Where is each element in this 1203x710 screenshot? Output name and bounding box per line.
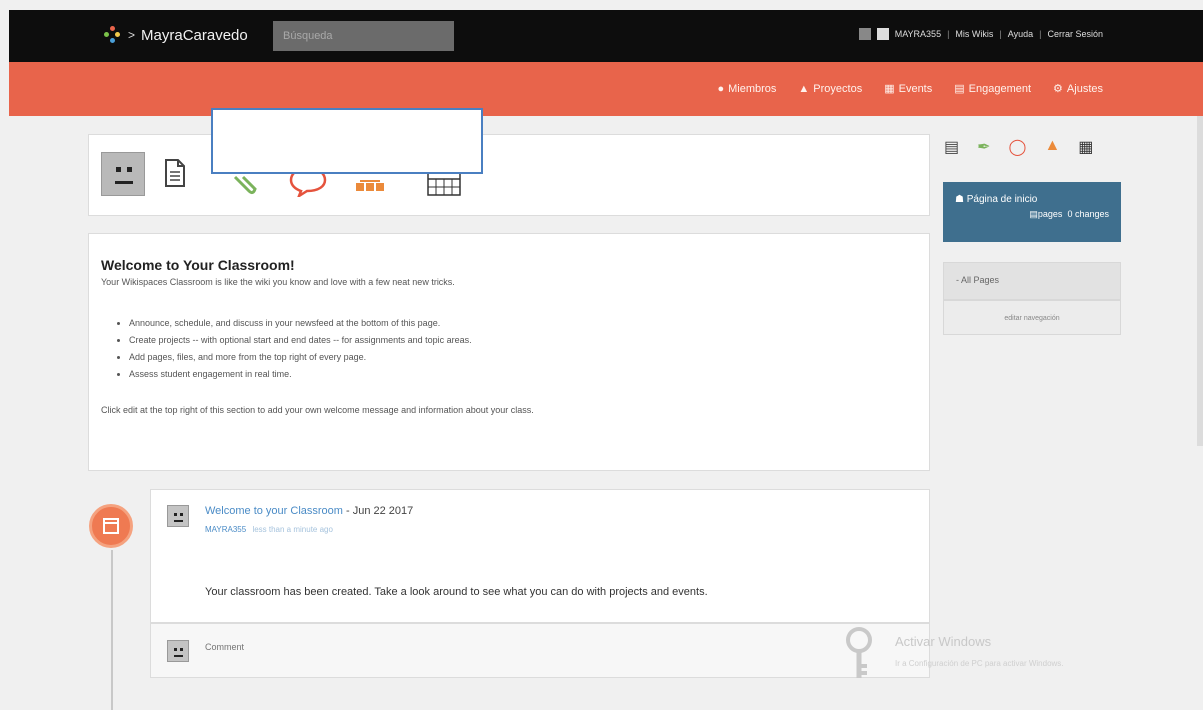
list-item: Create projects -- with optional start a…	[129, 332, 917, 349]
welcome-section: Welcome to Your Classroom! Your Wikispac…	[88, 233, 930, 471]
search-input[interactable]	[273, 21, 454, 51]
edit-navigation-link[interactable]: editar navegación	[943, 300, 1121, 335]
home-icon: ☗	[955, 194, 964, 205]
chevron-right-icon: >	[128, 28, 136, 42]
welcome-footer: Click edit at the top right of this sect…	[101, 405, 534, 415]
nav-members[interactable]: ● Miembros	[717, 82, 776, 95]
key-icon	[846, 627, 872, 678]
members-icon: ●	[717, 82, 725, 95]
project-tree-icon[interactable]	[355, 175, 385, 195]
projects-icon: ▲	[798, 82, 810, 95]
nav-projects[interactable]: ▲ Proyectos	[798, 82, 862, 95]
home-page-title[interactable]: Página de inicio	[967, 194, 1038, 205]
welcome-title: Welcome to Your Classroom!	[101, 257, 295, 273]
comment-input[interactable]	[205, 642, 605, 652]
comment-icon[interactable]: ◯	[1009, 137, 1027, 157]
brand-name[interactable]: MayraCaravedo	[141, 27, 248, 44]
post-author-link[interactable]: MAYRA355	[205, 525, 246, 534]
list-item: Assess student engagement in real time.	[129, 366, 917, 383]
calendar-grid-icon[interactable]	[427, 172, 461, 196]
post-title-link[interactable]: Welcome to your Classroom	[205, 505, 343, 517]
user-menu: MAYRA355 | Mis Wikis | Ayuda | Cerrar Se…	[858, 28, 1103, 40]
help-link[interactable]: Ayuda	[1008, 29, 1033, 39]
logout-link[interactable]: Cerrar Sesión	[1047, 29, 1103, 39]
post-body: Your classroom has been created. Take a …	[205, 586, 708, 598]
new-page-icon[interactable]	[164, 158, 186, 188]
main-nav: ● Miembros ▲ Proyectos ▦ Events ▤ Engage…	[9, 62, 1203, 116]
post-timestamp[interactable]: less than a minute ago	[252, 525, 333, 534]
home-page-box[interactable]: ☗ Página de inicio ▤pages 0 changes	[943, 182, 1121, 242]
calendar-icon[interactable]: ▦	[1078, 137, 1093, 157]
attach-file-icon[interactable]	[231, 173, 257, 195]
calendar-event-icon	[89, 504, 133, 548]
page-scrollbar[interactable]	[1197, 116, 1203, 446]
watermark-subtitle: Ir a Configuración de PC para activar Wi…	[895, 659, 1064, 668]
post-meta: MAYRA355 less than a minute ago	[205, 525, 333, 534]
nav-events[interactable]: ▦ Events	[884, 82, 932, 96]
user-avatar[interactable]	[876, 28, 889, 40]
events-icon: ▦	[884, 83, 895, 95]
new-page-icon[interactable]: ▤	[944, 137, 959, 157]
news-post: Welcome to your Classroom - Jun 22 2017 …	[150, 489, 930, 623]
top-bar: > MayraCaravedo MAYRA355 | Mis Wikis | A…	[9, 10, 1203, 62]
comment-box	[150, 623, 930, 678]
brand[interactable]: > MayraCaravedo	[104, 26, 248, 44]
notifications-icon[interactable]	[858, 28, 871, 40]
avatar[interactable]	[167, 505, 189, 527]
timeline-line	[111, 550, 113, 710]
nav-engagement[interactable]: ▤ Engagement	[954, 82, 1031, 96]
sidebar-toolbar: ▤ ✒ ◯ ▲ ▦	[944, 137, 1093, 157]
list-item: Add pages, files, and more from the top …	[129, 349, 917, 366]
changes-count[interactable]: 0 changes	[1067, 209, 1109, 219]
my-wikis-link[interactable]: Mis Wikis	[955, 29, 993, 39]
avatar	[167, 640, 189, 662]
post-title: Welcome to your Classroom - Jun 22 2017	[205, 505, 413, 517]
watermark-title: Activar Windows	[895, 634, 992, 649]
username-link[interactable]: MAYRA355	[895, 29, 941, 39]
selection-rectangle	[211, 108, 483, 174]
welcome-subtitle: Your Wikispaces Classroom is like the wi…	[101, 277, 455, 287]
engagement-icon: ▤	[954, 83, 965, 95]
attach-file-icon[interactable]: ✒	[977, 137, 990, 157]
user-avatar-large[interactable]	[101, 152, 145, 196]
welcome-list: Announce, schedule, and discuss in your …	[129, 315, 917, 383]
post-date: - Jun 22 2017	[342, 505, 414, 517]
nav-settings[interactable]: ⚙ Ajustes	[1053, 82, 1103, 96]
list-item: Announce, schedule, and discuss in your …	[129, 315, 917, 332]
wikispaces-logo-icon	[104, 26, 122, 44]
settings-icon: ⚙	[1053, 83, 1063, 95]
all-pages-link[interactable]: - All Pages	[943, 262, 1121, 300]
project-tree-icon[interactable]: ▲	[1044, 137, 1060, 157]
pages-count[interactable]: pages	[1038, 209, 1063, 219]
pages-icon: ▤	[1029, 209, 1038, 219]
